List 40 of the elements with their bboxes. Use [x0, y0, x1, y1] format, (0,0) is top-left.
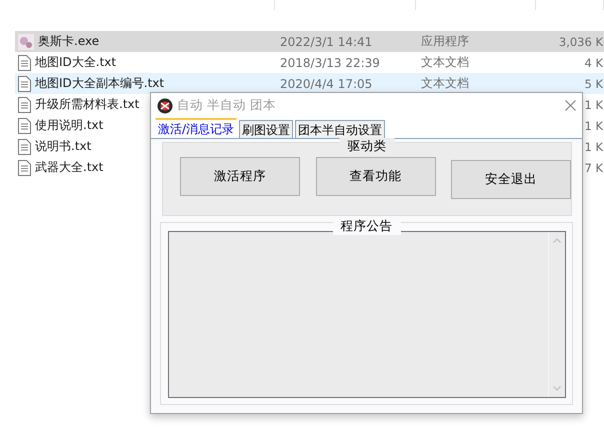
file-name[interactable]: 地图ID大全.txt — [35, 54, 116, 71]
text-file-icon — [18, 118, 31, 134]
file-name[interactable]: 奥斯卡.exe — [38, 33, 100, 50]
file-size: 7 K — [584, 160, 603, 174]
text-file-icon — [18, 76, 31, 92]
file-type: 应用程序 — [421, 34, 469, 48]
group-title: 驱动类 — [340, 138, 394, 155]
file-size: 1 K — [584, 98, 603, 112]
app-icon — [18, 34, 34, 50]
tab[interactable]: 激活/消息记录 — [155, 118, 238, 138]
file-name[interactable]: 升级所需材料表.txt — [35, 96, 140, 113]
group-title: 程序公告 — [332, 218, 400, 235]
text-file-icon — [18, 138, 31, 154]
file-name[interactable]: 地图ID大全副本编号.txt — [35, 75, 164, 92]
window-title: 自动 半自动 团本 — [177, 97, 276, 114]
file-name[interactable]: 说明书.txt — [35, 138, 92, 155]
file-date: 2020/4/4 17:05 — [280, 76, 372, 90]
text-file-icon — [18, 96, 31, 112]
file-type: 文本文档 — [421, 55, 469, 69]
file-name[interactable]: 使用说明.txt — [35, 117, 104, 134]
file-type: 文本文档 — [421, 76, 469, 90]
file-date: 2018/3/13 22:39 — [280, 56, 380, 70]
file-size: 4 K — [584, 56, 603, 70]
action-button[interactable]: 安全退出 — [451, 160, 571, 199]
scroll-down-icon[interactable] — [553, 386, 561, 391]
tab[interactable]: 刷图设置 — [239, 120, 294, 138]
scroll-up-icon[interactable] — [553, 238, 561, 243]
tab[interactable]: 团本半自动设置 — [295, 120, 386, 138]
file-size: 1 K — [584, 140, 603, 154]
file-size: 1 K — [584, 118, 603, 132]
action-button[interactable]: 激活程序 — [180, 157, 300, 196]
action-button[interactable]: 查看功能 — [316, 157, 436, 196]
file-name[interactable]: 武器大全.txt — [35, 159, 104, 176]
file-size: 5 K — [584, 76, 603, 90]
text-file-icon — [18, 160, 31, 176]
file-date: 2022/3/1 14:41 — [280, 34, 372, 48]
text-file-icon — [18, 54, 31, 70]
file-size: 3,036 K — [558, 34, 603, 48]
app-logo-icon — [157, 98, 173, 114]
close-icon[interactable] — [565, 100, 576, 111]
